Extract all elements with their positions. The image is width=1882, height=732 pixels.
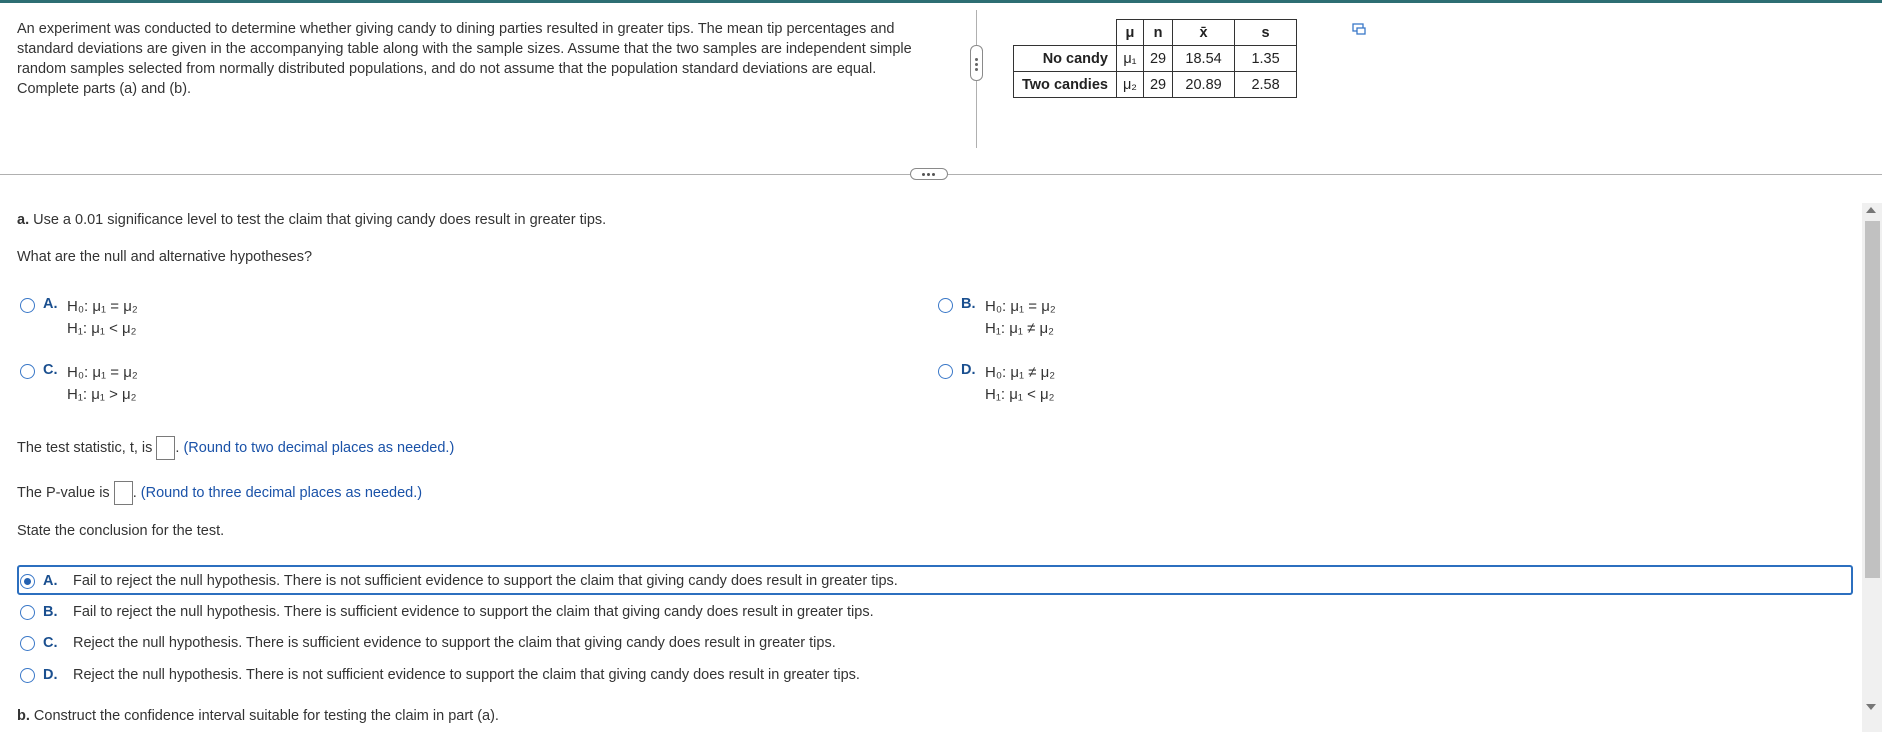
- table-header-row: μ n x̄ s: [1014, 19, 1298, 46]
- conclusion-option-b[interactable]: B. Fail to reject the null hypothesis. T…: [20, 603, 874, 620]
- copy-table-icon[interactable]: [1352, 23, 1367, 36]
- radio-button[interactable]: [20, 298, 35, 313]
- test-statistic-input[interactable]: [156, 436, 176, 460]
- radio-button-selected[interactable]: [20, 574, 35, 589]
- radio-button[interactable]: [20, 364, 35, 379]
- table-row: No candy μ₁ 29 18.54 1.35: [1013, 45, 1298, 72]
- radio-button[interactable]: [20, 668, 35, 683]
- row-label: Two candies: [1013, 71, 1117, 98]
- test-statistic-row: The test statistic, t, is . (Round to tw…: [17, 436, 454, 460]
- header-n: n: [1142, 19, 1174, 46]
- problem-intro-text: An experiment was conducted to determine…: [17, 21, 912, 97]
- data-table: μ n x̄ s No candy μ₁ 29 18.54 1.35 Two c…: [1013, 19, 1298, 98]
- cell-xbar: 18.54: [1172, 45, 1236, 72]
- cell-n: 29: [1142, 71, 1174, 98]
- cell-s: 2.58: [1234, 71, 1298, 98]
- header-s: s: [1234, 19, 1298, 46]
- radio-button[interactable]: [20, 605, 35, 620]
- radio-button[interactable]: [938, 364, 953, 379]
- vertical-resize-handle[interactable]: [970, 45, 983, 81]
- hypotheses-question: What are the null and alternative hypoth…: [17, 249, 313, 265]
- radio-button[interactable]: [20, 636, 35, 651]
- hypothesis-option-b[interactable]: B. H₀: μ₁ = μ₂ H₁: μ₁ ≠ μ₂: [938, 296, 1056, 340]
- part-b-prompt: b. Construct the confidence interval sui…: [17, 708, 499, 724]
- hypothesis-option-d[interactable]: D. H₀: μ₁ ≠ μ₂ H₁: μ₁ < μ₂: [938, 362, 1055, 406]
- header-xbar: x̄: [1172, 19, 1236, 46]
- cell-mu: μ₁: [1115, 45, 1144, 72]
- hypothesis-option-c[interactable]: C. H₀: μ₁ = μ₂ H₁: μ₁ > μ₂: [20, 362, 138, 406]
- scroll-up-arrow-icon[interactable]: [1866, 207, 1876, 213]
- horizontal-resize-handle[interactable]: [910, 168, 948, 180]
- cell-xbar: 20.89: [1172, 71, 1236, 98]
- cell-mu: μ₂: [1115, 71, 1144, 98]
- conclusion-option-c[interactable]: C. Reject the null hypothesis. There is …: [20, 634, 836, 651]
- p-value-row: The P-value is . (Round to three decimal…: [17, 481, 422, 505]
- top-accent-bar: [0, 0, 1882, 3]
- part-a-prompt: a. Use a 0.01 significance level to test…: [17, 212, 607, 228]
- conclusion-option-d[interactable]: D. Reject the null hypothesis. There is …: [20, 666, 860, 683]
- scroll-down-arrow-icon[interactable]: [1866, 704, 1876, 710]
- hypothesis-option-a[interactable]: A. H₀: μ₁ = μ₂ H₁: μ₁ < μ₂: [20, 296, 138, 340]
- radio-button[interactable]: [938, 298, 953, 313]
- row-label: No candy: [1013, 45, 1117, 72]
- cell-s: 1.35: [1234, 45, 1298, 72]
- header-mu: μ: [1115, 19, 1144, 46]
- scrollbar-thumb[interactable]: [1865, 221, 1880, 578]
- conclusion-option-a[interactable]: A. Fail to reject the null hypothesis. T…: [20, 572, 898, 589]
- p-value-input[interactable]: [113, 481, 133, 505]
- table-row: Two candies μ₂ 29 20.89 2.58: [1013, 71, 1298, 98]
- cell-n: 29: [1142, 45, 1174, 72]
- conclusion-prompt: State the conclusion for the test.: [17, 523, 225, 539]
